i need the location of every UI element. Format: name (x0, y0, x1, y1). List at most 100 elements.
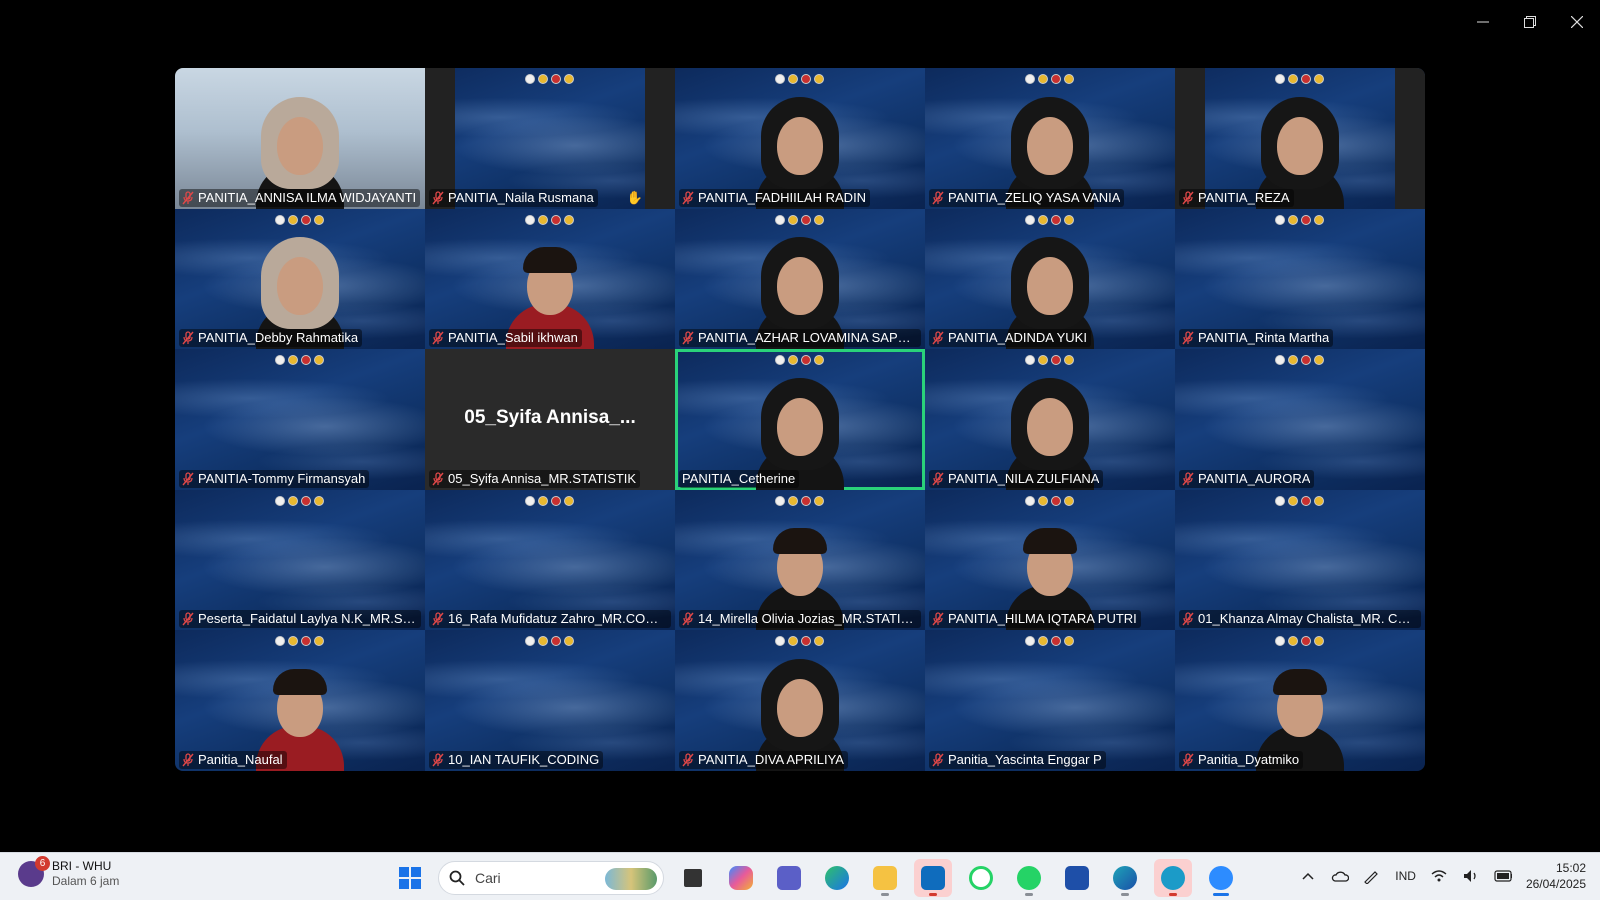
participant-tile[interactable]: 10_IAN TAUFIK_CODING (425, 630, 675, 771)
restore-button[interactable] (1506, 0, 1553, 44)
widget-title: BRI - WHU (52, 859, 112, 873)
participant-name-label: PANITIA_NILA ZULFIANA (929, 469, 1104, 488)
participant-tile[interactable]: Panitia_Dyatmiko (1175, 630, 1425, 771)
partner-logos (1025, 214, 1074, 225)
start-button[interactable] (392, 860, 428, 896)
participant-tile[interactable]: PANITIA_ADINDA YUKI (925, 208, 1175, 350)
participant-tile[interactable]: PANITIA_REZA (1175, 68, 1425, 209)
close-button[interactable] (1553, 0, 1600, 44)
volume-button[interactable] (1462, 867, 1480, 885)
participant-tile[interactable]: PANITIA_HILMA IQTARA PUTRI (925, 489, 1175, 631)
participant-name: 10_IAN TAUFIK_CODING (448, 751, 600, 767)
partner-logos (275, 355, 324, 366)
muted-mic-icon (432, 472, 444, 486)
search-icon (449, 870, 465, 886)
notification-badge: 6 (35, 856, 50, 871)
participant-name: Panitia_Yascinta Enggar P (948, 751, 1102, 767)
participant-name: PANITIA_Sabil ikhwan (448, 330, 578, 346)
participant-name-label: PANITIA_ZELIQ YASA VANIA (929, 188, 1125, 207)
participant-name: Panitia_Dyatmiko (1198, 751, 1300, 767)
restore-icon (1523, 16, 1536, 28)
participant-tile[interactable]: PANITIA_Sabil ikhwan (425, 208, 675, 350)
partner-logos (1275, 495, 1324, 506)
muted-mic-icon (682, 190, 694, 205)
whatsapp-beta-icon (969, 866, 993, 890)
whatsapp-icon (1017, 866, 1041, 890)
participant-tile[interactable]: PANITIA_Rinta Martha (1175, 208, 1425, 350)
copilot-button[interactable] (722, 859, 760, 897)
media-player-button[interactable] (1058, 859, 1096, 897)
participant-tile[interactable]: PANITIA_Debby Rahmatika (175, 208, 425, 350)
muted-mic-icon (432, 753, 444, 767)
participant-name-label: 14_Mirella Olivia Jozias_MR.STATISTIK (679, 610, 921, 629)
search-box[interactable]: Cari (438, 861, 664, 895)
partner-logos (1275, 636, 1324, 647)
participant-tile[interactable]: Panitia_Yascinta Enggar P (925, 630, 1175, 771)
participant-tile[interactable]: PANITIA_ANNISA ILMA WIDJAYANTI (175, 68, 425, 209)
participant-name: PANITIA_REZA (1198, 189, 1290, 205)
participant-name-label: Panitia_Yascinta Enggar P (929, 750, 1106, 769)
battery-button[interactable] (1494, 867, 1512, 885)
participant-name-label: PANITIA_ADINDA YUKI (929, 329, 1091, 348)
participant-tile[interactable]: PANITIA_Cetherine (675, 349, 925, 490)
clock-app-button[interactable] (1154, 859, 1192, 897)
edge-icon (825, 866, 849, 890)
wifi-button[interactable] (1430, 867, 1448, 885)
participant-name-label: PANITIA_Sabil ikhwan (429, 329, 582, 348)
teams-button[interactable] (770, 859, 808, 897)
muted-mic-icon (932, 472, 944, 486)
participant-tile[interactable]: PANITIA_FADHIILAH RADIN (675, 68, 925, 209)
search-highlight-image (605, 868, 657, 890)
onedrive-button[interactable] (1331, 867, 1350, 885)
muted-mic-icon (1182, 472, 1194, 486)
participant-tile[interactable]: 14_Mirella Olivia Jozias_MR.STATISTIK (675, 489, 925, 631)
participant-tile[interactable]: PANITIA_NILA ZULFIANA (925, 349, 1175, 490)
zoom-button[interactable] (1202, 859, 1240, 897)
participant-name: PANITIA_Naila Rusmana (448, 189, 594, 205)
participant-name: PANITIA_ANNISA ILMA WIDJAYANTI (198, 189, 417, 205)
participant-tile[interactable]: ✋ PANITIA_Naila Rusmana (425, 68, 675, 209)
participant-name-label: PANITIA_REZA (1179, 188, 1294, 207)
participant-tile[interactable]: 05_Syifa Annisa_... 05_Syifa Annisa_MR.ST… (425, 349, 675, 490)
participant-tile[interactable]: Peserta_Faidatul Laylya N.K_MR.STATI... (175, 489, 425, 631)
participant-name: PANITIA_Cetherine (682, 470, 796, 486)
muted-mic-icon (432, 331, 444, 345)
widget-subtitle: Dalam 6 jam (52, 874, 120, 888)
partner-logos (1025, 355, 1074, 366)
participant-tile[interactable]: Panitia_Naufal (175, 630, 425, 771)
partner-logos (775, 355, 824, 366)
task-view-button[interactable] (674, 859, 712, 897)
outlook-button[interactable] (914, 859, 952, 897)
edge-button[interactable] (818, 859, 856, 897)
participant-tile[interactable]: PANITIA_AURORA (1175, 349, 1425, 490)
edge-dev-button[interactable] (1106, 859, 1144, 897)
participant-tile[interactable]: PANITIA_AZHAR LOVAMINA SAPUTRI (675, 208, 925, 350)
whatsapp-beta-button[interactable] (962, 859, 1000, 897)
participant-tile[interactable]: 16_Rafa Mufidatuz Zahro_MR.CODIN... (425, 489, 675, 631)
clock-app-icon (1161, 866, 1185, 890)
file-explorer-icon (873, 866, 897, 890)
widget-button[interactable]: 6 BRI - WHU Dalam 6 jam (18, 856, 120, 889)
windows-icon (399, 867, 421, 889)
participant-tile[interactable]: PANITIA_DIVA APRILIYA (675, 630, 925, 771)
participant-name: PANITIA_Debby Rahmatika (198, 330, 359, 346)
participant-tile[interactable]: PANITIA_ZELIQ YASA VANIA (925, 68, 1175, 209)
muted-mic-icon (182, 612, 194, 626)
clock-button[interactable]: 15:02 26/04/2025 (1526, 860, 1586, 892)
partner-logos (525, 636, 574, 647)
pen-menu-button[interactable] (1363, 867, 1381, 885)
participant-tile[interactable]: 01_Khanza Almay Chalista_MR. Codi... (1175, 489, 1425, 631)
muted-mic-icon (1182, 331, 1194, 345)
participant-name-label: PANITIA_DIVA APRILIYA (679, 750, 848, 769)
participant-name-label: PANITIA-Tommy Firmansyah (179, 469, 370, 488)
time-text: 15:02 (1555, 861, 1586, 875)
language-indicator[interactable]: IND (1395, 869, 1416, 883)
minimize-button[interactable] (1459, 0, 1506, 44)
weather-icon: 6 (18, 856, 50, 887)
file-explorer-button[interactable] (866, 859, 904, 897)
participant-tile[interactable]: PANITIA-Tommy Firmansyah (175, 349, 425, 490)
participant-name-label: PANITIA_Debby Rahmatika (179, 329, 363, 348)
show-hidden-icons-button[interactable] (1299, 867, 1317, 885)
whatsapp-button[interactable] (1010, 859, 1048, 897)
participant-name: PANITIA_ZELIQ YASA VANIA (948, 189, 1121, 205)
